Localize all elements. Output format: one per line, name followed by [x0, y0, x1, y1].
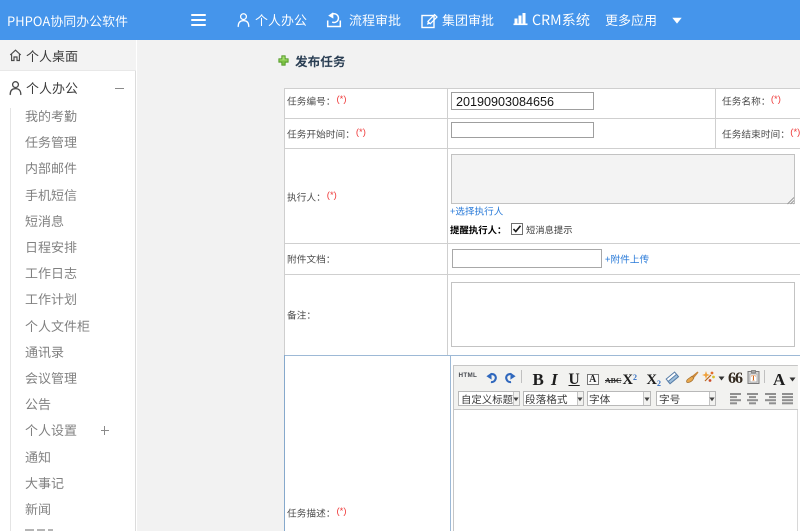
svg-text:T: T: [751, 375, 756, 383]
